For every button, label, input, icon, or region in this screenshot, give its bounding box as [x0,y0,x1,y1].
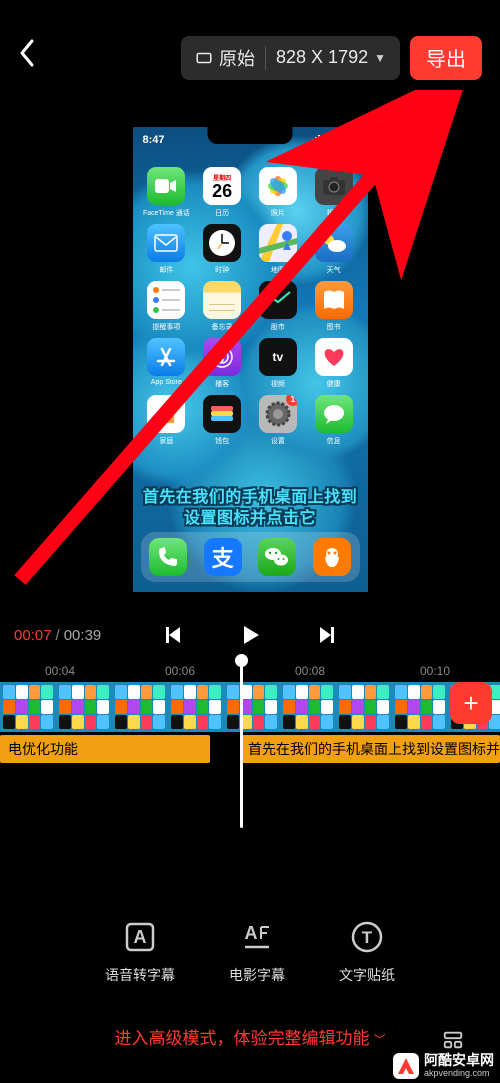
aspect-icon [195,49,213,67]
tools-bar: A 语音转字幕 A 电影字幕 T 文字贴纸 [0,906,500,998]
caption-segment[interactable]: 首先在我们的手机桌面上找到设置图标并点击它 [240,735,500,763]
caption-segment[interactable]: 电优化功能 [0,735,210,763]
dock-uc [313,538,351,576]
app-home: 家庭 [141,395,193,446]
tick: 00:10 [420,664,450,678]
app-messages: 信息 [308,395,360,446]
app-facetime: FaceTime 通话 [141,167,193,218]
battery-icon [340,136,358,145]
header: 原始 828 X 1792 ▼ 导出 [0,0,500,115]
video-editor-app: 原始 828 X 1792 ▼ 导出 8:47 4G [0,0,500,1083]
dock-alipay: 支 [204,538,242,576]
phone-home-grid: FaceTime 通话 星期四26日历 照片 相机 邮件 时钟 地图 天气 提醒… [133,167,368,446]
app-clock: 时钟 [196,224,248,275]
resolution-value: 828 X 1792 [276,47,368,68]
video-preview[interactable]: 8:47 4G FaceTime 通话 星期四26日历 照片 相机 邮件 时钟 … [0,115,500,608]
watermark-text: 阿酷安卓网 akpvending.com [424,1053,494,1078]
playback-bar: 00:07/00:39 [0,612,500,658]
svg-text:T: T [362,928,373,947]
aspect-label: 原始 [219,45,255,71]
svg-text:A: A [134,927,147,947]
status-right: 4G [309,135,357,146]
prev-frame-button[interactable] [160,623,184,647]
pill-separator [265,46,266,70]
app-books: 图书 [308,281,360,332]
play-button[interactable] [238,623,262,647]
app-mail: 邮件 [141,224,193,275]
next-frame-button[interactable] [316,623,340,647]
status-time: 8:47 [143,134,165,146]
tool-label: 电影字幕 [229,965,285,985]
timeline[interactable]: 00:04 00:06 00:08 00:10 + 电优化功能 首先在我们的手机… [0,658,500,818]
video-subtitle: 首先在我们的手机桌面上找到设置图标并点击它 [137,487,364,530]
tick: 00:06 [165,664,195,678]
tool-voice-to-subtitle[interactable]: A 语音转字幕 [105,919,175,985]
app-stocks: 股市 [252,281,304,332]
timeline-frames[interactable] [0,682,500,732]
export-label: 导出 [426,43,466,72]
playhead[interactable] [240,658,243,828]
watermark-logo [393,1053,419,1079]
current-time: 00:07 [14,627,52,644]
export-button[interactable]: 导出 [410,36,482,80]
tool-text-sticker[interactable]: T 文字贴纸 [339,919,395,985]
app-tv: tv视频 [252,338,304,389]
watermark-name: 阿酷安卓网 [424,1053,494,1068]
caret-down-icon: ▼ [374,51,386,65]
signal-icon [309,135,320,145]
watermark-url: akpvending.com [424,1069,494,1079]
app-reminders: 提醒事项 [141,281,193,332]
app-appstore: App Store [141,338,193,389]
phone-frame: 8:47 4G FaceTime 通话 星期四26日历 照片 相机 邮件 时钟 … [133,127,368,592]
tool-label: 文字贴纸 [339,965,395,985]
tick: 00:08 [295,664,325,678]
back-button[interactable] [18,38,36,77]
app-notes: 备忘录 [196,281,248,332]
add-segment-button[interactable]: + [450,682,492,724]
app-settings: 1设置 [252,395,304,446]
caption-text: 电优化功能 [8,739,78,759]
app-calendar: 星期四26日历 [196,167,248,218]
advanced-mode-label: 进入高级模式，体验完整编辑功能 [114,1029,369,1048]
app-weather: 天气 [308,224,360,275]
dock-wechat [258,538,296,576]
app-wallet: 钱包 [196,395,248,446]
time-display: 00:07/00:39 [14,627,101,644]
header-right: 原始 828 X 1792 ▼ 导出 [181,36,482,80]
app-maps: 地图 [252,224,304,275]
aspect-resolution-pill[interactable]: 原始 828 X 1792 ▼ [181,36,400,80]
phone-dock: 支 [141,532,360,582]
plus-icon: + [463,688,478,719]
voice-subtitle-icon: A [122,919,158,955]
watermark: 阿酷安卓网 akpvending.com [393,1053,494,1079]
dock-phone [149,538,187,576]
total-time: 00:39 [64,627,102,644]
caption-text: 首先在我们的手机桌面上找到设置图标并点击它 [248,739,500,759]
movie-subtitle-icon: A [239,919,275,955]
tick: 00:04 [45,664,75,678]
app-health: 健康 [308,338,360,389]
phone-status-bar: 8:47 4G [133,131,368,149]
caption-track[interactable]: 电优化功能 首先在我们的手机桌面上找到设置图标并点击它 [0,735,500,767]
settings-badge: 1 [286,395,297,406]
chevron-down-icon: ﹀ [373,1033,385,1047]
app-camera: 相机 [308,167,360,218]
carrier-label: 4G [323,135,336,146]
text-sticker-icon: T [349,919,385,955]
tool-movie-subtitle[interactable]: A 电影字幕 [229,919,285,985]
app-podcasts: 播客 [196,338,248,389]
enter-advanced-mode[interactable]: 进入高级模式，体验完整编辑功能 ﹀ [0,1024,500,1049]
app-photos: 照片 [252,167,304,218]
playback-controls [160,623,340,647]
svg-text:A: A [245,923,258,943]
timeline-ticks: 00:04 00:06 00:08 00:10 [0,658,500,682]
tool-label: 语音转字幕 [105,965,175,985]
